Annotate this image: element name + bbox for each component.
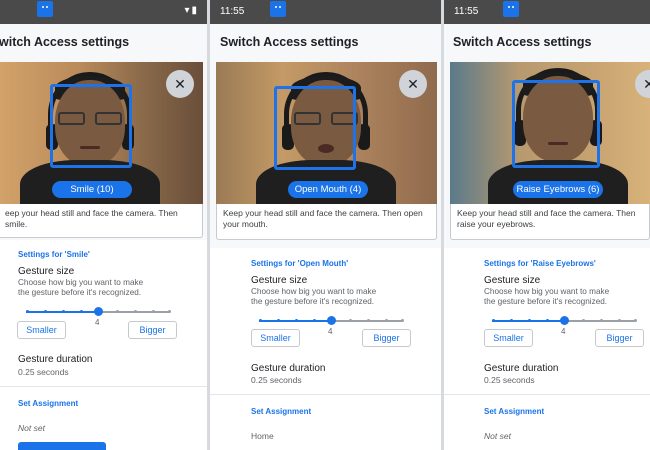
phone-screen-2: 11:55 Switch Access settings ✕ Open Mout… xyxy=(210,0,441,450)
settings-for-label: Settings for 'Open Mouth' xyxy=(251,259,349,268)
close-icon[interactable]: ✕ xyxy=(166,70,194,98)
gesture-size-description: Choose how big you want to make the gest… xyxy=(484,287,610,306)
gesture-size-title: Gesture size xyxy=(251,275,308,286)
instruction-card: eep your head still and face the camera.… xyxy=(0,204,203,238)
face-app-icon xyxy=(503,1,519,17)
slider-value: 4 xyxy=(328,327,333,336)
gesture-duration-value[interactable]: 0.25 seconds xyxy=(251,375,302,385)
camera-preview: ✕ Open Mouth (4) xyxy=(216,62,437,204)
bigger-button[interactable]: Bigger xyxy=(362,329,411,347)
gesture-size-description: Choose how big you want to make the gest… xyxy=(18,278,144,297)
settings-section: Settings for 'Raise Eyebrows' Gesture si… xyxy=(444,248,650,450)
status-time: 11:55 xyxy=(220,6,245,17)
smaller-button[interactable]: Smaller xyxy=(17,321,66,339)
set-assignment-label: Set Assignment xyxy=(251,407,312,416)
assignment-value[interactable]: Home xyxy=(251,431,274,441)
instruction-card: Keep your head still and face the camera… xyxy=(450,204,650,240)
status-time: 11:55 xyxy=(454,6,479,17)
gesture-chip: Raise Eyebrows (6) xyxy=(513,181,603,198)
gesture-size-slider[interactable] xyxy=(492,316,637,325)
screenshot-strip: ▾▮ witch Access settings ✕ Smile (10) ee… xyxy=(0,0,650,450)
gesture-duration-title: Gesture duration xyxy=(251,363,326,374)
camera-preview: ✕ Raise Eyebrows (6) xyxy=(450,62,650,204)
app-bar: witch Access settings xyxy=(0,24,207,60)
phone-screen-1: ▾▮ witch Access settings ✕ Smile (10) ee… xyxy=(0,0,207,450)
page-title: Switch Access settings xyxy=(220,35,359,49)
assign-button[interactable] xyxy=(18,442,106,450)
face-app-icon xyxy=(37,1,53,17)
gesture-duration-value[interactable]: 0.25 seconds xyxy=(484,375,535,385)
slider-thumb[interactable] xyxy=(94,307,103,316)
face-detection-box xyxy=(274,86,356,170)
status-bar: 11:55 xyxy=(210,0,441,24)
gesture-duration-title: Gesture duration xyxy=(484,363,559,374)
page-title: witch Access settings xyxy=(0,35,130,49)
camera-preview: ✕ Smile (10) xyxy=(0,62,203,204)
status-bar: ▾▮ xyxy=(0,0,207,24)
slider-thumb[interactable] xyxy=(560,316,569,325)
gesture-size-slider[interactable] xyxy=(26,307,171,316)
wifi-battery-icon: ▾▮ xyxy=(184,5,199,16)
page-title: Switch Access settings xyxy=(453,35,592,49)
instruction-text: eep your head still and face the camera.… xyxy=(5,208,178,229)
gesture-duration-title: Gesture duration xyxy=(18,354,93,365)
settings-section: Settings for 'Open Mouth' Gesture size C… xyxy=(210,248,441,450)
instruction-text: Keep your head still and face the camera… xyxy=(457,208,636,229)
slider-value: 4 xyxy=(95,318,100,327)
face-app-icon xyxy=(270,1,286,17)
slider-value: 4 xyxy=(561,327,566,336)
set-assignment-label: Set Assignment xyxy=(18,399,79,408)
set-assignment-label: Set Assignment xyxy=(484,407,545,416)
settings-for-label: Settings for 'Smile' xyxy=(18,250,90,259)
assignment-value[interactable]: Not set xyxy=(18,423,45,433)
settings-for-label: Settings for 'Raise Eyebrows' xyxy=(484,259,596,268)
gesture-size-slider[interactable] xyxy=(259,316,404,325)
smaller-button[interactable]: Smaller xyxy=(484,329,533,347)
phone-screen-3: 11:55 Switch Access settings ✕ Raise Eye… xyxy=(444,0,650,450)
face-detection-box xyxy=(512,80,600,168)
gesture-chip: Smile (10) xyxy=(52,181,132,198)
app-bar: Switch Access settings xyxy=(210,24,441,60)
assignment-value[interactable]: Not set xyxy=(484,431,511,441)
close-icon[interactable]: ✕ xyxy=(399,70,427,98)
gesture-size-description: Choose how big you want to make the gest… xyxy=(251,287,377,306)
smaller-button[interactable]: Smaller xyxy=(251,329,300,347)
instruction-card: Keep your head still and face the camera… xyxy=(216,204,437,240)
gesture-size-title: Gesture size xyxy=(18,266,75,277)
status-bar: 11:55 xyxy=(444,0,650,24)
settings-section: Settings for 'Smile' Gesture size Choose… xyxy=(0,240,207,450)
app-bar: Switch Access settings xyxy=(444,24,650,60)
slider-thumb[interactable] xyxy=(327,316,336,325)
gesture-size-title: Gesture size xyxy=(484,275,541,286)
instruction-text: Keep your head still and face the camera… xyxy=(223,208,423,229)
face-detection-box xyxy=(50,84,132,168)
bigger-button[interactable]: Bigger xyxy=(595,329,644,347)
gesture-duration-value[interactable]: 0.25 seconds xyxy=(18,367,69,377)
gesture-chip: Open Mouth (4) xyxy=(288,181,368,198)
bigger-button[interactable]: Bigger xyxy=(128,321,177,339)
